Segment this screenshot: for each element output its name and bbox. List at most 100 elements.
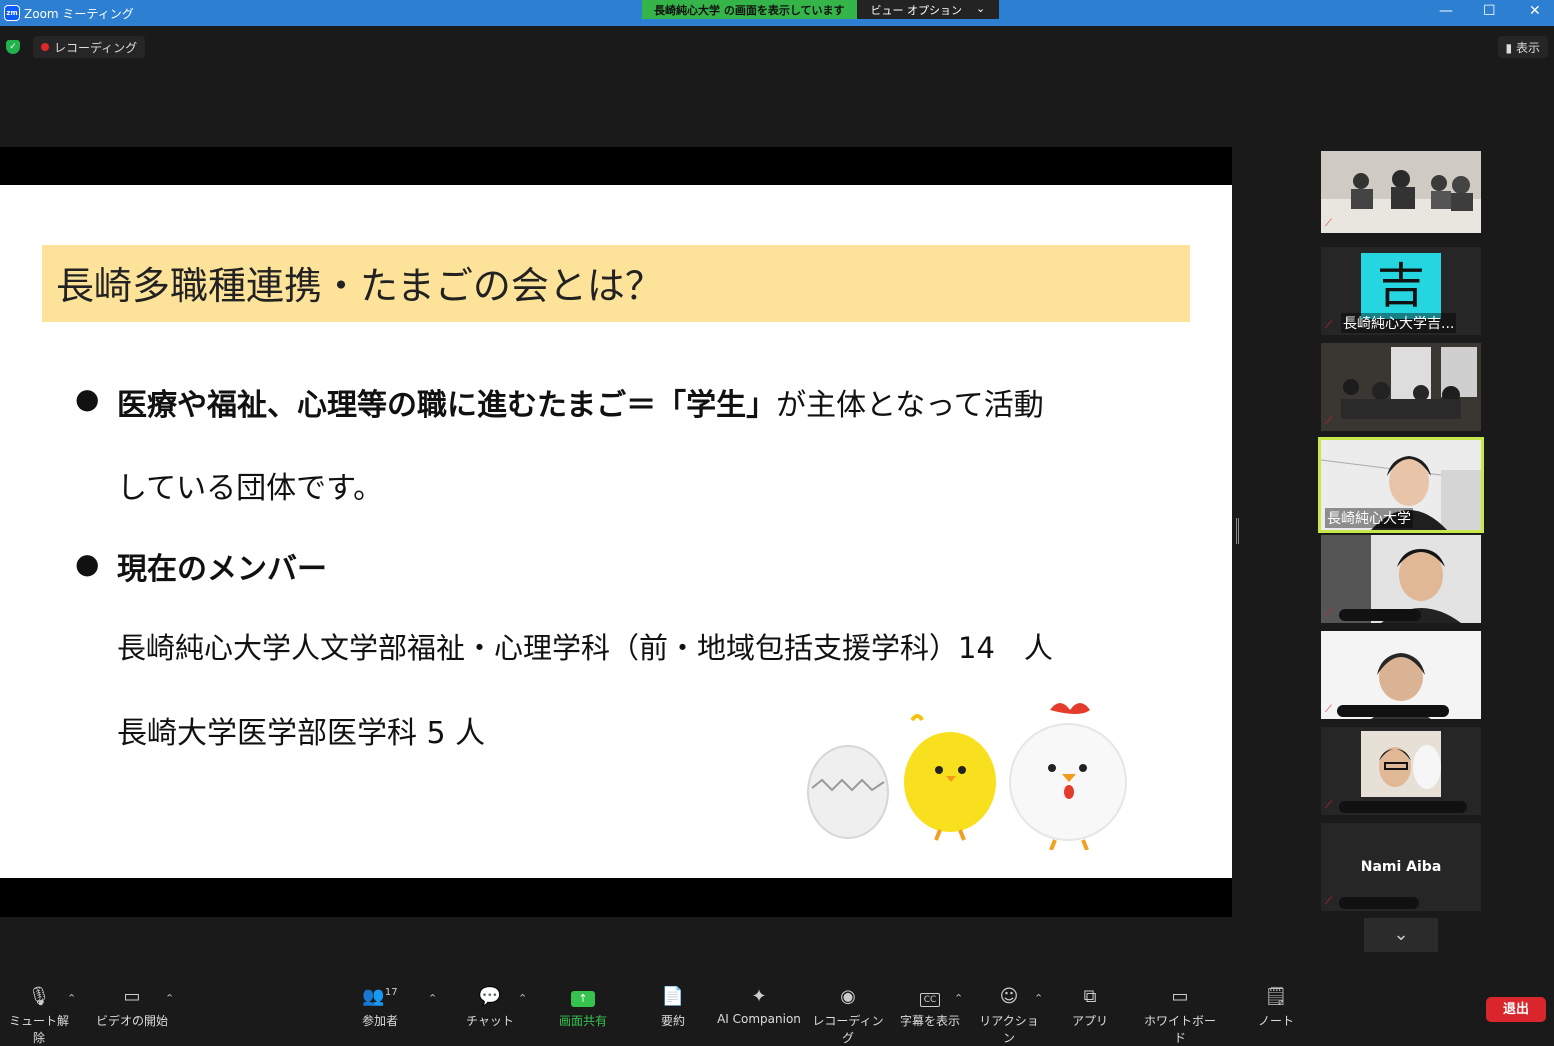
slide-bullet-1-line2: している団体です。 — [117, 471, 384, 506]
bullet-icon: ● — [75, 547, 100, 580]
bullet-icon: ● — [75, 382, 100, 415]
redacted-name — [1339, 801, 1467, 813]
chat-icon: 💬 — [478, 986, 502, 1007]
mic-muted-icon: ⟋ — [1325, 896, 1332, 907]
participant-tile[interactable]: ⟋ — [1321, 631, 1481, 719]
video-frame — [1321, 343, 1481, 431]
chevron-up-icon[interactable]: ⌃ — [518, 992, 527, 1005]
participant-name: Nami Aiba — [1360, 859, 1442, 875]
unmute-label: ミュート解除 — [8, 1014, 69, 1045]
mic-muted-icon: ⟋ — [1325, 416, 1332, 427]
mic-muted-icon: ⟋ — [1325, 320, 1332, 331]
leave-button[interactable]: 退出 — [1486, 997, 1546, 1022]
chevron-up-icon[interactable]: ⌃ — [67, 992, 76, 1005]
start-video-button[interactable]: ▭ ビデオの開始 — [96, 986, 168, 1029]
chevron-up-icon[interactable]: ⌃ — [1034, 992, 1043, 1005]
recording-dot-icon — [41, 43, 49, 51]
apps-label: アプリ — [1071, 1014, 1108, 1028]
ai-companion-button[interactable]: ✦ AI Companion — [716, 986, 802, 1026]
reactions-button[interactable]: ☺ リアクション — [976, 986, 1042, 1046]
recording-label: レコーディング — [54, 40, 138, 55]
share-screen-icon: ↑ — [552, 986, 614, 1010]
shared-screen: 長崎多職種連携・たまごの会とは？ ● 医療や福祉、心理等の職に進むたまご＝「学生… — [0, 147, 1232, 917]
apps-button[interactable]: ⧉ アプリ — [1068, 986, 1112, 1029]
mic-off-icon: 🎙 — [27, 986, 51, 1007]
whiteboard-icon: ▭ — [1171, 986, 1189, 1007]
reactions-label: リアクション — [979, 1014, 1039, 1045]
participant-tile-active-speaker[interactable]: 長崎純心大学 — [1318, 437, 1484, 533]
chevron-up-icon[interactable]: ⌃ — [165, 992, 174, 1005]
participant-tile[interactable]: 吉 ⟋ 長崎純心大学吉... — [1321, 247, 1481, 335]
slide-title: 長崎多職種連携・たまごの会とは？ — [42, 245, 1190, 322]
emoji-icon: ☺ — [999, 986, 1019, 1007]
ai-sparkle-icon: ✦ — [751, 986, 767, 1007]
ai-companion-label: AI Companion — [717, 1012, 801, 1026]
participants-button[interactable]: 👥17 参加者 — [352, 986, 408, 1029]
chevron-up-icon[interactable]: ⌃ — [428, 992, 437, 1005]
share-banner: 長崎純心大学 の画面を表示しています ビュー オプション ⌄ — [642, 0, 1000, 19]
participant-name: 長崎純心大学吉... — [1341, 313, 1457, 333]
notes-label: ノート — [1257, 1014, 1294, 1028]
participants-label: 参加者 — [361, 1014, 398, 1028]
mic-muted-icon: ⟋ — [1325, 608, 1332, 619]
share-status-label: 長崎純心大学 の画面を表示しています — [642, 0, 857, 19]
member-line-2: 長崎大学医学部医学科 5 人 — [117, 716, 486, 751]
panel-resize-handle[interactable] — [1236, 518, 1239, 544]
gallery-scroll-down-button[interactable]: ⌄ — [1364, 918, 1438, 952]
participant-tile[interactable]: Nami Aiba ⟋ — [1321, 823, 1481, 911]
chevron-up-icon[interactable]: ⌃ — [954, 992, 963, 1005]
unmute-button[interactable]: 🎙 ミュート解除 — [6, 986, 72, 1046]
maximize-icon[interactable]: ☐ — [1483, 3, 1496, 19]
recording-indicator[interactable]: レコーディング — [33, 36, 146, 58]
chevron-down-icon: ⌄ — [976, 2, 986, 15]
notes-button[interactable]: 🗒 ノート — [1254, 986, 1298, 1029]
summary-label: 要約 — [660, 1014, 685, 1028]
participant-avatar: 吉 — [1361, 253, 1441, 319]
participant-tile[interactable]: ⟋ — [1321, 151, 1481, 233]
whiteboard-button[interactable]: ▭ ホワイトボード — [1140, 986, 1220, 1046]
chick-icon — [904, 714, 996, 841]
share-screen-label: 画面共有 — [558, 1014, 607, 1028]
hen-icon — [1009, 703, 1127, 850]
member-line-1: 長崎純心大学人文学部福祉・心理学科（前・地域包括支援学科）14 人 — [117, 631, 1053, 665]
encryption-shield-icon[interactable]: ✓ — [6, 40, 20, 54]
participant-tile[interactable]: ⟋ — [1321, 535, 1481, 623]
mic-muted-icon: ⟋ — [1325, 800, 1332, 811]
record-icon: ◉ — [840, 986, 856, 1007]
window-title: Zoom ミーティング — [24, 7, 134, 21]
egg-chick-hen-illustration — [807, 703, 1127, 850]
redacted-name — [1337, 705, 1449, 717]
redacted-name — [1339, 897, 1419, 909]
zoom-app-icon: zm — [4, 5, 20, 21]
view-layout-icon: ▮ — [1505, 41, 1513, 55]
mic-muted-icon: ⟋ — [1325, 704, 1332, 715]
summary-button[interactable]: 📄 要約 — [650, 986, 696, 1029]
start-video-label: ビデオの開始 — [96, 1014, 169, 1028]
participant-tile[interactable]: ⟋ — [1321, 727, 1481, 815]
whiteboard-label: ホワイトボード — [1143, 1014, 1216, 1045]
view-label: 表示 — [1515, 41, 1540, 55]
view-options-label: ビュー オプション — [870, 4, 963, 17]
egg-icon — [807, 745, 889, 839]
slide-bullet-2: 現在のメンバー — [117, 552, 327, 587]
chat-label: チャット — [466, 1014, 514, 1028]
mic-muted-icon: ⟋ — [1325, 218, 1332, 229]
video-off-icon: ▭ — [123, 986, 141, 1007]
record-button[interactable]: ◉ レコーディング — [810, 986, 886, 1046]
presentation-slide: 長崎多職種連携・たまごの会とは？ ● 医療や福祉、心理等の職に進むたまご＝「学生… — [0, 185, 1232, 878]
bullet-1-rest: が主体となって活動 — [776, 388, 1044, 423]
view-button[interactable]: ▮ 表示 — [1497, 36, 1548, 58]
meeting-topbar: ✓ レコーディング ▮ 表示 — [0, 26, 1554, 68]
video-frame — [1321, 151, 1481, 233]
chat-button[interactable]: 💬 チャット — [464, 986, 516, 1029]
bullet-1-bold: 医療や福祉、心理等の職に進むたまご＝「学生」 — [117, 388, 777, 423]
close-icon[interactable]: ✕ — [1529, 3, 1541, 19]
notes-icon: 🗒 — [1264, 986, 1288, 1007]
meeting-toolbar: 🎙 ミュート解除 ⌃ ▭ ビデオの開始 ⌃ 👥17 参加者 ⌃ 💬 チャット ⌃ ↑ 画面… — [0, 978, 1554, 1045]
view-options-button[interactable]: ビュー オプション ⌄ — [856, 0, 1000, 19]
participant-tile[interactable]: ⟋ — [1321, 343, 1481, 431]
minimize-icon[interactable]: — — [1439, 3, 1453, 19]
captions-label: 字幕を表示 — [899, 1014, 960, 1028]
participant-count: 17 — [384, 987, 398, 998]
share-screen-button[interactable]: ↑ 画面共有 — [552, 986, 614, 1029]
